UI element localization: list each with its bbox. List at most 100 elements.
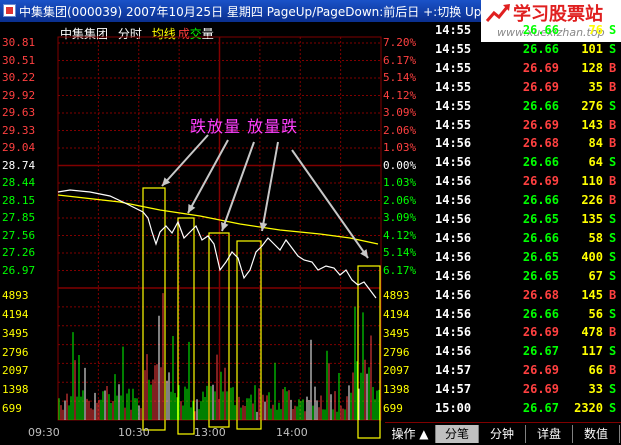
tick-side: B [609, 60, 617, 75]
tick-volume: 128 [581, 60, 603, 75]
tick-price: 26.69 [522, 79, 559, 94]
volume-tick-label: 4893 [383, 289, 410, 302]
tab-values[interactable]: 数值 [573, 425, 620, 443]
tick-volume: 101 [581, 41, 603, 56]
tick-side: B [609, 79, 617, 94]
volume-tick-label: 4893 [2, 289, 29, 302]
tick-row[interactable]: 14:56 26.65 400 S [431, 250, 621, 268]
tick-volume: 143 [581, 117, 603, 132]
tick-volume: 67 [588, 268, 603, 283]
pct-tick-label: 3.09% [383, 211, 417, 224]
tick-row[interactable]: 14:56 26.65 67 S [431, 269, 621, 287]
tick-row[interactable]: 14:55 26.66 76 S [431, 23, 621, 41]
price-tick-label: 27.26 [2, 246, 36, 259]
tick-time: 14:56 [435, 306, 472, 321]
highlight-box [142, 187, 166, 431]
tick-price: 26.69 [522, 325, 559, 340]
tick-row[interactable]: 14:56 26.67 117 S [431, 344, 621, 362]
tick-side: B [609, 117, 617, 132]
tick-time: 14:55 [435, 23, 472, 37]
tick-price: 26.65 [522, 268, 559, 283]
tick-time: 14:55 [435, 117, 472, 132]
tick-row[interactable]: 14:57 26.69 66 B [431, 363, 621, 381]
tick-row[interactable]: 14:55 26.66 276 S [431, 99, 621, 117]
tick-volume: 84 [588, 136, 603, 151]
tick-price: 26.69 [522, 174, 559, 189]
tick-row[interactable]: 14:55 26.69 128 B [431, 61, 621, 79]
tick-row[interactable]: 15:00 26.67 2320 S [431, 401, 621, 419]
volume-tick-label: 699 [383, 402, 403, 416]
tick-time: 14:55 [435, 41, 472, 56]
tick-row[interactable]: 14:55 26.66 101 S [431, 42, 621, 60]
pct-tick-label: 4.12% [383, 88, 417, 102]
tick-row[interactable]: 14:56 26.66 56 S [431, 307, 621, 325]
tick-volume: 56 [588, 306, 603, 321]
volume-tick-label: 4194 [2, 307, 29, 321]
annotation-text: 跌放量 放量跌 [190, 117, 299, 136]
tick-side: B [609, 325, 617, 340]
price-tick-label: 28.15 [2, 193, 36, 207]
x-label-0930: 09:30 [28, 426, 60, 439]
tab-minutes[interactable]: 分钟 [479, 425, 526, 443]
tick-volume: 135 [581, 212, 603, 226]
tick-row[interactable]: 14:57 26.69 33 S [431, 382, 621, 400]
tick-price: 26.65 [522, 249, 559, 264]
tick-price: 26.68 [522, 287, 559, 302]
tick-price: 26.68 [522, 136, 559, 151]
tick-time: 14:56 [435, 212, 472, 226]
volume-tick-label: 4194 [383, 307, 410, 321]
pct-tick-label: 2.06% [383, 193, 417, 207]
bottom-tabbar: 操作 ▲ 分笔 分钟 详盘 数值 [385, 422, 621, 445]
pct-tick-label: 7.20% [383, 36, 417, 49]
tick-time: 14:56 [435, 325, 472, 340]
arrow-head [221, 222, 229, 231]
tick-volume: 66 [588, 363, 603, 378]
tick-row[interactable]: 14:56 26.68 84 B [431, 136, 621, 154]
tick-price: 26.66 [522, 230, 559, 245]
tick-time: 14:56 [435, 155, 472, 170]
tick-row[interactable]: 14:56 26.69 110 B [431, 174, 621, 192]
tick-list[interactable]: 14:55 26.66 76 S 14:55 26.66 101 S 14:55 26.69 128… [431, 22, 621, 422]
tick-side: S [609, 230, 617, 245]
pct-tick-label: 2.06% [383, 123, 417, 137]
volume-tick-label: 699 [2, 402, 22, 416]
tick-row[interactable]: 14:56 26.66 64 S [431, 155, 621, 173]
tick-side: B [609, 363, 617, 378]
tick-volume: 117 [581, 344, 603, 359]
tick-price: 26.69 [522, 117, 559, 132]
volume-tick-label: 1398 [2, 383, 29, 397]
tick-volume: 226 [581, 193, 603, 208]
tick-side: S [609, 98, 617, 113]
tick-volume: 76 [588, 23, 603, 37]
tick-side: S [609, 306, 617, 321]
volume-tick-label: 2796 [2, 345, 29, 359]
pct-tick-label: 6.17% [383, 53, 417, 67]
tab-detail[interactable]: 详盘 [526, 425, 573, 443]
tick-volume: 2320 [574, 401, 603, 415]
tick-row[interactable]: 14:56 26.65 135 S [431, 212, 621, 230]
price-tick-label: 30.22 [2, 71, 36, 84]
tab-operate[interactable]: 操作 ▲ [385, 425, 436, 443]
tick-time: 14:56 [435, 230, 472, 245]
tick-time: 14:57 [435, 382, 472, 397]
price-tick-label: 29.92 [2, 88, 36, 102]
tick-volume: 276 [581, 98, 603, 113]
tick-price: 26.67 [522, 344, 559, 359]
tick-row[interactable]: 14:55 26.69 35 B [431, 80, 621, 98]
tick-price: 26.69 [522, 60, 559, 75]
price-tick-label: 27.56 [2, 228, 36, 242]
tick-row[interactable]: 14:55 26.69 143 B [431, 118, 621, 136]
pct-tick-label: 5.14% [383, 71, 417, 84]
tick-price: 26.66 [522, 306, 559, 321]
tick-row[interactable]: 14:56 26.68 145 B [431, 288, 621, 306]
tick-time: 14:55 [435, 98, 472, 113]
tick-side: S [609, 344, 617, 359]
tick-row[interactable]: 14:56 26.66 58 S [431, 231, 621, 249]
tab-ticks[interactable]: 分笔 [436, 425, 479, 443]
tick-price: 26.66 [522, 155, 559, 170]
volume-tick-label: 3495 [383, 326, 410, 340]
tick-row[interactable]: 14:56 26.66 226 B [431, 193, 621, 211]
tick-row[interactable]: 14:56 26.69 478 B [431, 325, 621, 343]
pct-tick-label: 6.17% [383, 263, 417, 277]
pct-tick-label: 5.14% [383, 246, 417, 259]
